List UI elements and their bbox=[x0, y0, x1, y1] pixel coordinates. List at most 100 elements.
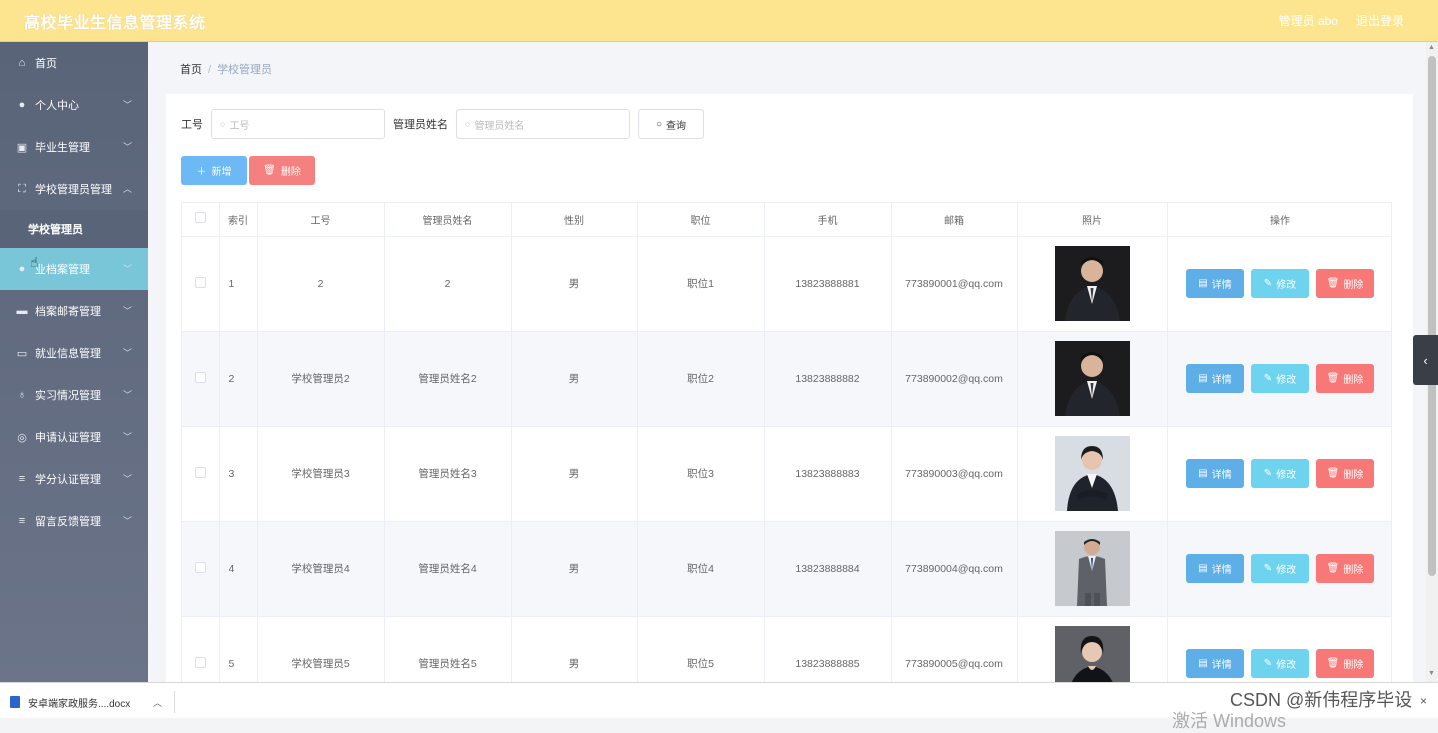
query-button[interactable]: ○ 查询 bbox=[638, 109, 704, 139]
column-header: 工号 bbox=[257, 203, 385, 237]
cell-name: 管理员姓名3 bbox=[384, 426, 512, 522]
sidebar-item-label: 留言反馈管理 bbox=[35, 516, 101, 528]
cell-phone: 13823888881 bbox=[764, 236, 892, 332]
edit-button-label: 修改 bbox=[1276, 660, 1297, 671]
id-search-input[interactable]: ○ 工号 bbox=[211, 109, 385, 139]
delete-button[interactable]: 🗑 删除 bbox=[1316, 269, 1374, 298]
collapse-panel-button[interactable]: ‹ bbox=[1413, 335, 1438, 385]
chevron-down-icon: ﹀ bbox=[122, 348, 132, 358]
breadcrumb-current: 学校管理员 bbox=[217, 64, 273, 76]
cell-photo bbox=[1017, 521, 1168, 617]
search-icon: ○ bbox=[220, 119, 226, 129]
edit-button[interactable]: ✎ 修改 bbox=[1251, 554, 1309, 583]
delete-button[interactable]: 🗑 删除 bbox=[1316, 459, 1374, 488]
sidebar-item-credits[interactable]: ≡ 学分认证管理 ﹀ bbox=[0, 458, 148, 500]
detail-button-label: 详情 bbox=[1211, 375, 1232, 386]
delete-button[interactable]: 🗑 删除 bbox=[1316, 554, 1374, 583]
sidebar-item-school-admins[interactable]: ⛶ 学校管理员管理 ︿ bbox=[0, 168, 148, 210]
cell-position: 职位2 bbox=[637, 331, 765, 427]
pencil-icon: ✎ bbox=[1263, 658, 1273, 669]
csdn-watermark: CSDN @新伟程序毕设 bbox=[1230, 690, 1413, 710]
close-icon[interactable]: × bbox=[1420, 694, 1427, 708]
sidebar-item-home[interactable]: ⌂ 首页 bbox=[0, 42, 148, 84]
sidebar-item-graduate-archives[interactable]: ● 业档案管理 ﹀ bbox=[0, 248, 148, 290]
cell-actions: ▤ 详情 ✎ 修改 🗑 删除 bbox=[1167, 521, 1391, 617]
list-icon: ≡ bbox=[18, 515, 26, 527]
edit-button[interactable]: ✎ 修改 bbox=[1251, 364, 1309, 393]
row-checkbox[interactable] bbox=[182, 236, 220, 332]
sidebar: ⌂ 首页 ● 个人中心 ﹀ ▣ 毕业生管理 ﹀ ⛶ 学校管理员管理 ︿ 学校管理… bbox=[0, 42, 148, 682]
avatar[interactable] bbox=[1054, 531, 1130, 606]
avatar[interactable] bbox=[1054, 341, 1130, 416]
briefcase-icon: ▬ bbox=[16, 305, 28, 317]
scroll-down-icon[interactable]: ▼ bbox=[1428, 670, 1435, 677]
row-checkbox[interactable] bbox=[182, 426, 220, 522]
column-header: 索引 bbox=[219, 203, 258, 237]
row-checkbox[interactable] bbox=[182, 331, 220, 427]
select-all-checkbox[interactable] bbox=[182, 203, 220, 237]
name-search-placeholder: 管理员姓名 bbox=[474, 120, 525, 132]
cell-id: 学校管理员3 bbox=[257, 426, 385, 522]
name-search-input[interactable]: ○ 管理员姓名 bbox=[456, 109, 630, 139]
cell-actions: ▤ 详情 ✎ 修改 🗑 删除 bbox=[1167, 236, 1391, 332]
download-item[interactable]: 安卓端家政服务....docx ︿ bbox=[10, 691, 175, 713]
cell-email: 773890003@qq.com bbox=[891, 426, 1018, 522]
chevron-down-icon: ﹀ bbox=[122, 142, 132, 152]
column-header: 操作 bbox=[1167, 203, 1391, 237]
avatar[interactable] bbox=[1054, 246, 1130, 321]
edit-button[interactable]: ✎ 修改 bbox=[1251, 649, 1309, 678]
sidebar-item-certification[interactable]: ◎ 申请认证管理 ﹀ bbox=[0, 416, 148, 458]
sidebar-item-profile[interactable]: ● 个人中心 ﹀ bbox=[0, 84, 148, 126]
cell-position: 职位1 bbox=[637, 236, 765, 332]
logout-link[interactable]: 退出登录 bbox=[1356, 12, 1404, 29]
sidebar-item-internship[interactable]: ♁ 实习情况管理 ﹀ bbox=[0, 374, 148, 416]
sidebar-item-graduates[interactable]: ▣ 毕业生管理 ﹀ bbox=[0, 126, 148, 168]
batch-delete-button[interactable]: 🗑 删除 bbox=[249, 156, 315, 185]
delete-button[interactable]: 🗑 删除 bbox=[1316, 364, 1374, 393]
detail-button-label: 详情 bbox=[1211, 565, 1232, 576]
list-icon: ≡ bbox=[18, 473, 26, 485]
top-header: 高校毕业生信息管理系统 管理员 abo 退出登录 bbox=[0, 0, 1438, 42]
pencil-icon: ✎ bbox=[1263, 278, 1273, 289]
plus-icon: ＋ bbox=[196, 167, 207, 178]
add-button[interactable]: ＋ 新增 bbox=[181, 156, 247, 185]
sidebar-item-feedback[interactable]: ≡ 留言反馈管理 ﹀ bbox=[0, 500, 148, 542]
user-icon: ● bbox=[18, 99, 26, 111]
cell-id: 2 bbox=[257, 236, 385, 332]
sidebar-item-employment[interactable]: ▭ 就业信息管理 ﹀ bbox=[0, 332, 148, 374]
cell-phone: 13823888883 bbox=[764, 426, 892, 522]
row-checkbox[interactable] bbox=[182, 521, 220, 617]
cell-id: 学校管理员4 bbox=[257, 521, 385, 617]
pencil-icon: ✎ bbox=[1263, 468, 1273, 479]
detail-button[interactable]: ▤ 详情 bbox=[1186, 649, 1244, 678]
trash-icon: 🗑 bbox=[1326, 278, 1340, 289]
sidebar-item-archive-mailing[interactable]: ▬ 档案邮寄管理 ﹀ bbox=[0, 290, 148, 332]
detail-button[interactable]: ▤ 详情 bbox=[1186, 459, 1244, 488]
detail-button[interactable]: ▤ 详情 bbox=[1186, 269, 1244, 298]
submenu-item-school-admin[interactable]: 学校管理员 bbox=[0, 210, 148, 248]
column-header: 管理员姓名 bbox=[384, 203, 512, 237]
delete-button-label: 删除 bbox=[1343, 470, 1364, 481]
chevron-up-icon[interactable]: ︿ bbox=[153, 696, 162, 709]
detail-button-label: 详情 bbox=[1211, 280, 1232, 291]
cell-email: 773890001@qq.com bbox=[891, 236, 1018, 332]
sidebar-item-label: 档案邮寄管理 bbox=[35, 306, 101, 318]
microphone-icon: ♁ bbox=[17, 389, 27, 401]
edit-button[interactable]: ✎ 修改 bbox=[1251, 269, 1309, 298]
detail-button[interactable]: ▤ 详情 bbox=[1186, 364, 1244, 393]
detail-button[interactable]: ▤ 详情 bbox=[1186, 554, 1244, 583]
table-row: 3 学校管理员3 管理员姓名3 男职位3 13823888883 773890003@qq… bbox=[182, 426, 1391, 522]
sidebar-item-label: 学分认证管理 bbox=[35, 474, 101, 486]
current-user[interactable]: 管理员 abo bbox=[1279, 12, 1338, 29]
avatar[interactable] bbox=[1054, 626, 1130, 693]
avatar[interactable] bbox=[1054, 436, 1130, 511]
cell-id: 学校管理员2 bbox=[257, 331, 385, 427]
cell-photo bbox=[1017, 236, 1168, 332]
scroll-up-icon[interactable]: ▲ bbox=[1428, 44, 1435, 51]
edit-button[interactable]: ✎ 修改 bbox=[1251, 459, 1309, 488]
chevron-down-icon: ﹀ bbox=[122, 264, 132, 274]
delete-button[interactable]: 🗑 删除 bbox=[1316, 649, 1374, 678]
breadcrumb-home[interactable]: 首页 bbox=[180, 64, 202, 76]
scrollbar-thumb[interactable] bbox=[1428, 56, 1436, 576]
id-search-placeholder: 工号 bbox=[229, 120, 250, 132]
